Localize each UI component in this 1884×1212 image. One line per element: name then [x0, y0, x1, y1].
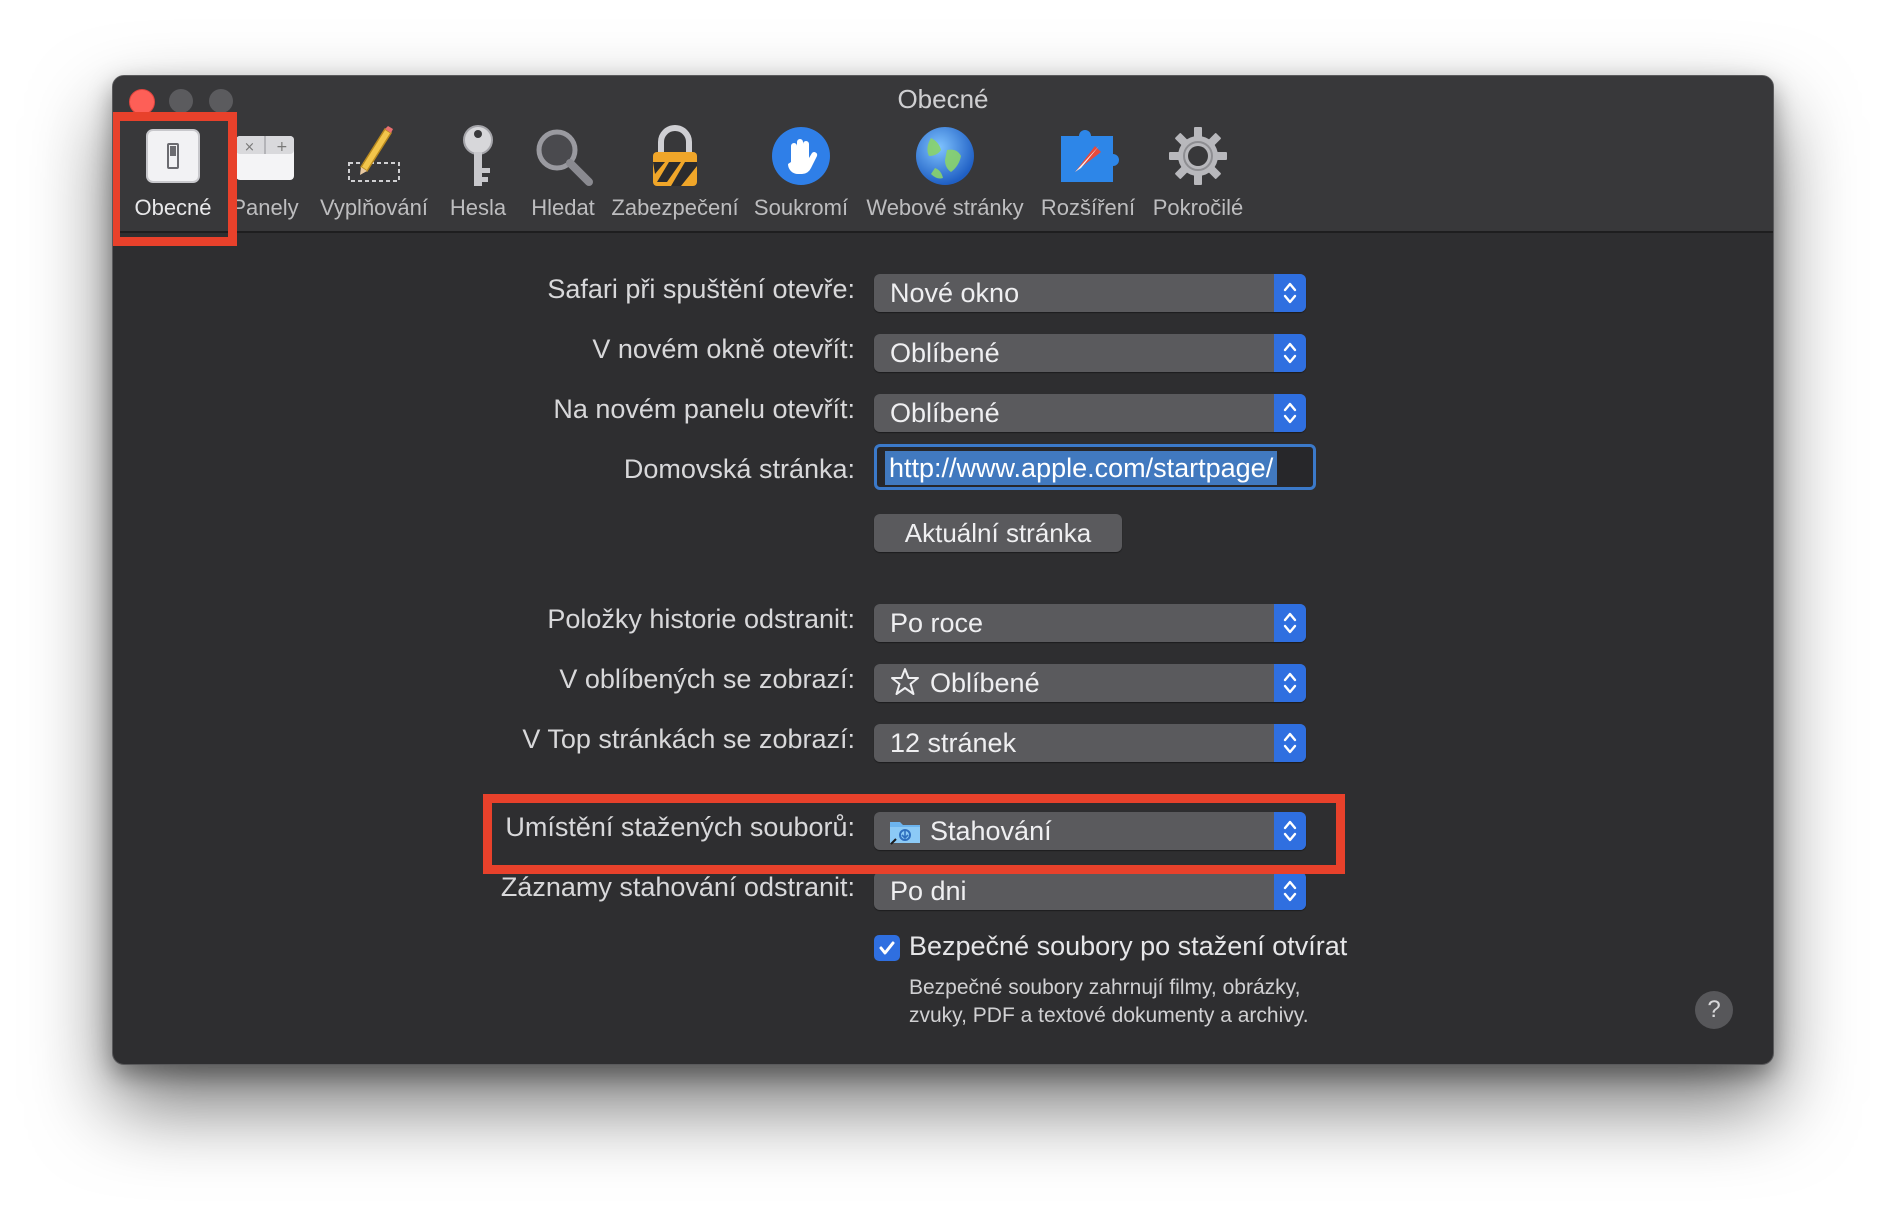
tab-label: Panely — [231, 195, 299, 220]
tab-autofill[interactable]: Vyplňování — [311, 121, 437, 231]
updown-arrows-icon — [1274, 872, 1306, 910]
privacy-hand-icon — [766, 121, 836, 191]
tab-websites[interactable]: Webové stránky — [859, 121, 1031, 231]
magnifier-icon — [528, 121, 598, 191]
set-current-page-button[interactable]: Aktuální stránka — [874, 514, 1122, 552]
top-sites-popup[interactable]: 12 stránek — [874, 724, 1306, 762]
window-title: Obecné — [897, 84, 989, 114]
history-label: Položky historie odstranit: — [547, 604, 855, 634]
popup-value: Stahování — [930, 816, 1052, 846]
tabs-icon: × + — [230, 121, 300, 191]
general-switch-icon — [138, 121, 208, 191]
tab-label: Obecné — [134, 195, 212, 220]
updown-arrows-icon — [1274, 812, 1306, 850]
homepage-value: http://www.apple.com/startpage/ — [885, 451, 1278, 485]
tab-label: Hesla — [449, 195, 507, 220]
tab-tabs[interactable]: × + Panely — [219, 121, 311, 231]
updown-arrows-icon — [1274, 664, 1306, 702]
toolbar: Obecné Obecné × + Panely Vyplňování Hesl… — [113, 76, 1773, 233]
autofill-pencil-icon — [339, 121, 409, 191]
key-icon — [443, 121, 513, 191]
popup-value: Po roce — [890, 608, 984, 638]
tab-search[interactable]: Hledat — [519, 121, 607, 231]
popup-value: 12 stránek — [890, 728, 1017, 758]
tab-label: Vyplňování — [319, 195, 429, 220]
tab-general[interactable]: Obecné — [127, 121, 219, 231]
tab-advanced[interactable]: Pokročilé — [1145, 121, 1251, 231]
download-location-label: Umístění stažených souborů: — [505, 812, 855, 842]
favorites-label: V oblíbených se zobrazí: — [559, 664, 855, 694]
download-location-popup[interactable]: Stahování — [874, 812, 1306, 850]
description-line: Bezpečné soubory zahrnují filmy, obrázky… — [909, 976, 1301, 999]
startup-popup[interactable]: Nové okno — [874, 274, 1306, 312]
popup-value: Oblíbené — [890, 398, 1000, 428]
svg-text:+: + — [276, 139, 288, 155]
description-line: zvuky, PDF a textové dokumenty a archivy… — [909, 1004, 1309, 1027]
updown-arrows-icon — [1274, 394, 1306, 432]
history-popup[interactable]: Po roce — [874, 604, 1306, 642]
tab-passwords[interactable]: Hesla — [437, 121, 519, 231]
downloads-folder-icon — [888, 812, 922, 850]
updown-arrows-icon — [1274, 724, 1306, 762]
new-tab-popup[interactable]: Oblíbené — [874, 394, 1306, 432]
globe-icon — [910, 121, 980, 191]
homepage-label: Domovská stránka: — [623, 454, 855, 484]
open-safe-files-checkbox[interactable] — [874, 935, 900, 961]
startup-label: Safari při spuštění otevře: — [547, 274, 855, 304]
svg-text:×: × — [244, 140, 255, 155]
popup-value: Oblíbené — [890, 338, 1000, 368]
tab-label: Soukromí — [753, 195, 849, 220]
popup-value: Po dni — [890, 876, 967, 906]
updown-arrows-icon — [1274, 334, 1306, 372]
tab-label: Zabezpečení — [611, 195, 739, 220]
safe-files-description: Bezpečné soubory zahrnují filmy, obrázky… — [909, 974, 1309, 1030]
open-safe-files-label[interactable]: Bezpečné soubory po stažení otvírat — [909, 931, 1347, 962]
gear-icon — [1163, 121, 1233, 191]
preferences-window: Obecné Obecné × + Panely Vyplňování Hesl… — [112, 75, 1774, 1065]
new-window-label: V novém okně otevřít: — [592, 334, 855, 364]
popup-value: Nové okno — [890, 278, 1020, 308]
updown-arrows-icon — [1274, 604, 1306, 642]
new-tab-label: Na novém panelu otevřít: — [553, 394, 855, 424]
popup-value: Oblíbené — [930, 668, 1040, 698]
extensions-puzzle-icon — [1053, 121, 1123, 191]
star-outline-icon — [890, 664, 920, 702]
tab-security[interactable]: Zabezpečení — [607, 121, 743, 231]
updown-arrows-icon — [1274, 274, 1306, 312]
tab-label: Rozšíření — [1040, 195, 1136, 220]
padlock-icon — [640, 121, 710, 191]
download-remove-label: Záznamy stahování odstranit: — [500, 872, 855, 902]
help-button[interactable]: ? — [1695, 991, 1733, 1029]
top-sites-label: V Top stránkách se zobrazí: — [522, 724, 855, 754]
tab-label: Webové stránky — [866, 195, 1024, 220]
tab-label: Hledat — [531, 195, 595, 220]
favorites-popup[interactable]: Oblíbené — [874, 664, 1306, 702]
tab-privacy[interactable]: Soukromí — [743, 121, 859, 231]
tab-extensions[interactable]: Rozšíření — [1031, 121, 1145, 231]
download-remove-popup[interactable]: Po dni — [874, 872, 1306, 910]
checkmark-icon — [879, 941, 895, 955]
tab-label: Pokročilé — [1152, 195, 1244, 220]
new-window-popup[interactable]: Oblíbené — [874, 334, 1306, 372]
homepage-field[interactable]: http://www.apple.com/startpage/ — [874, 444, 1316, 490]
